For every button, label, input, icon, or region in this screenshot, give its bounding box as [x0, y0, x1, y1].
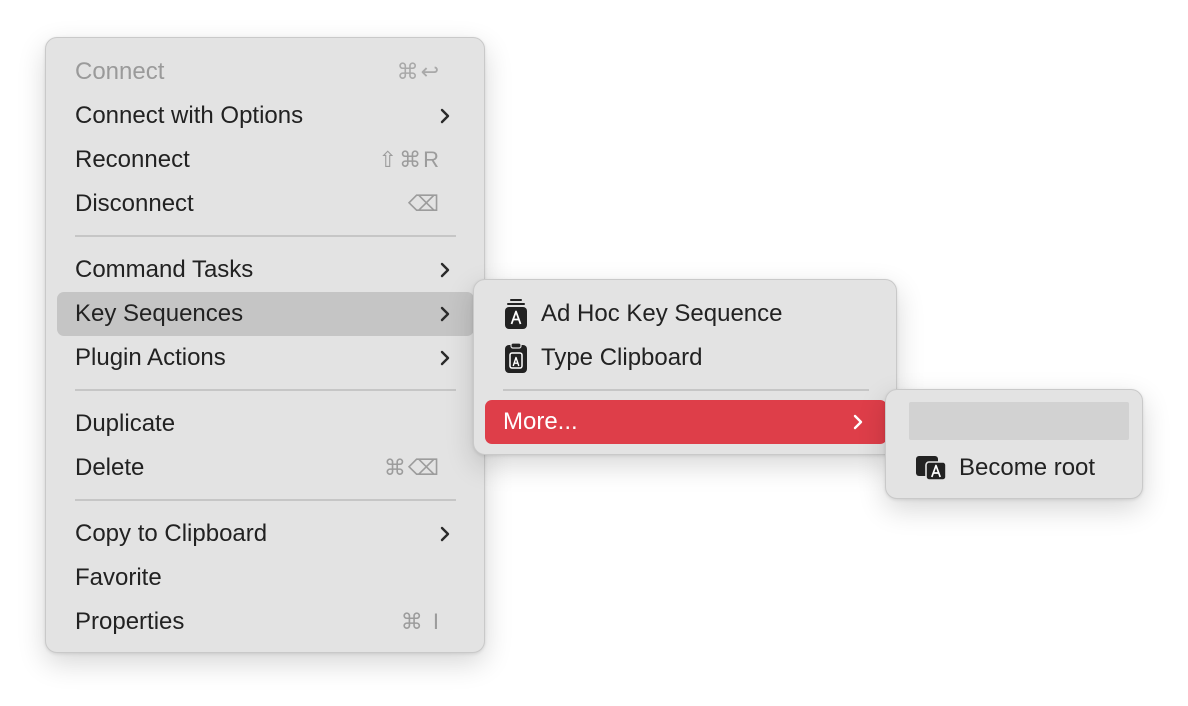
chevron-right-icon	[436, 525, 454, 543]
menu-item-label: Properties	[75, 608, 185, 635]
shortcut-connect: ⌘↩	[396, 59, 441, 84]
window-key-icon	[915, 452, 947, 484]
menu-separator	[75, 235, 456, 237]
key-sequences-submenu: Ad Hoc Key Sequence Type Clipboard More.…	[473, 279, 897, 455]
more-submenu: Become root	[885, 389, 1143, 499]
menu-item-properties[interactable]: Properties ⌘ I	[57, 600, 474, 644]
menu-separator	[75, 499, 456, 501]
menu-item-label: Connect with Options	[75, 102, 304, 129]
shortcut-disconnect: ⌫	[407, 191, 441, 216]
menu-item-label: Duplicate	[75, 410, 176, 437]
menu-item-plugin-actions[interactable]: Plugin Actions	[57, 336, 474, 380]
menu-item-label: Delete	[75, 454, 145, 481]
menu-item-label: Disconnect	[75, 190, 194, 217]
menu-separator	[75, 389, 456, 391]
loading-placeholder	[909, 402, 1129, 440]
menu-item-command-tasks[interactable]: Command Tasks	[57, 248, 474, 292]
menu-item-delete[interactable]: Delete ⌘⌫	[57, 446, 474, 490]
chevron-right-icon	[849, 413, 867, 431]
menu-item-label: More...	[503, 408, 578, 435]
shortcut-reconnect: ⇧⌘R	[378, 147, 441, 172]
menu-item-connect-with-options[interactable]: Connect with Options	[57, 94, 474, 138]
menu-item-more[interactable]: More...	[485, 400, 887, 444]
key-sequence-icon	[503, 298, 529, 330]
desktop: Connect ⌘↩ Connect with Options Reconnec…	[0, 0, 1188, 706]
chevron-right-icon	[436, 107, 454, 125]
menu-item-label: Reconnect	[75, 146, 190, 173]
menu-item-favorite[interactable]: Favorite	[57, 556, 474, 600]
menu-item-label: Plugin Actions	[75, 344, 226, 371]
menu-item-label: Become root	[959, 454, 1096, 481]
menu-item-duplicate[interactable]: Duplicate	[57, 402, 474, 446]
menu-item-key-sequences[interactable]: Key Sequences	[57, 292, 474, 336]
menu-item-label: Copy to Clipboard	[75, 520, 268, 547]
menu-item-ad-hoc-key-sequence[interactable]: Ad Hoc Key Sequence	[485, 292, 887, 336]
menu-item-become-root[interactable]: Become root	[897, 446, 1133, 490]
menu-item-label: Type Clipboard	[541, 344, 703, 371]
clipboard-key-icon	[503, 342, 529, 374]
menu-item-disconnect[interactable]: Disconnect ⌫	[57, 182, 474, 226]
context-menu: Connect ⌘↩ Connect with Options Reconnec…	[45, 37, 485, 653]
menu-separator	[503, 389, 869, 391]
menu-item-reconnect[interactable]: Reconnect ⇧⌘R	[57, 138, 474, 182]
menu-item-label: Connect	[75, 58, 165, 85]
chevron-right-icon	[436, 349, 454, 367]
shortcut-delete: ⌘⌫	[383, 455, 441, 480]
chevron-right-icon	[436, 261, 454, 279]
menu-item-label: Ad Hoc Key Sequence	[541, 300, 783, 327]
chevron-right-icon	[436, 305, 454, 323]
menu-item-type-clipboard[interactable]: Type Clipboard	[485, 336, 887, 380]
shortcut-properties: ⌘ I	[400, 609, 441, 634]
menu-item-label: Key Sequences	[75, 300, 244, 327]
menu-item-connect: Connect ⌘↩	[57, 50, 474, 94]
menu-item-label: Favorite	[75, 564, 162, 591]
menu-item-copy-to-clipboard[interactable]: Copy to Clipboard	[57, 512, 474, 556]
menu-item-label: Command Tasks	[75, 256, 254, 283]
